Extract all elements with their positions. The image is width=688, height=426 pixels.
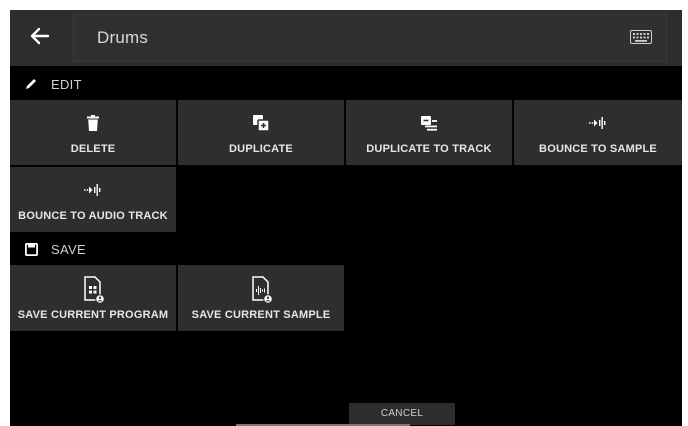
save-current-sample-label: SAVE CURRENT SAMPLE: [191, 309, 331, 321]
duplicate-to-track-icon: [346, 112, 512, 134]
bounce-to-audio-track-button[interactable]: BOUNCE TO AUDIO TRACK: [10, 167, 176, 232]
duplicate-icon: [178, 112, 344, 134]
edit-section-label: EDIT: [51, 76, 82, 92]
sample-file-icon: [178, 275, 344, 305]
bounce-icon: [514, 112, 682, 134]
duplicate-to-track-button[interactable]: DUPLICATE TO TRACK: [346, 100, 512, 165]
keyboard-icon: [630, 29, 652, 49]
bounce-to-audio-track-label: BOUNCE TO AUDIO TRACK: [18, 210, 168, 222]
header-bar: Drums: [10, 10, 682, 66]
save-current-program-button[interactable]: SAVE CURRENT PROGRAM: [10, 265, 176, 331]
arrow-left-icon: [30, 27, 50, 50]
duplicate-button[interactable]: DUPLICATE: [178, 100, 344, 165]
delete-label: DELETE: [70, 143, 116, 155]
back-button[interactable]: [18, 20, 62, 56]
program-file-icon: [10, 275, 176, 305]
save-current-program-label: SAVE CURRENT PROGRAM: [17, 309, 169, 321]
duplicate-label: DUPLICATE: [229, 143, 293, 155]
bounce-icon: [10, 179, 176, 201]
edit-section-header: EDIT: [10, 67, 682, 101]
duplicate-to-track-label: DUPLICATE TO TRACK: [366, 143, 492, 155]
cancel-button[interactable]: CANCEL: [349, 403, 455, 425]
bounce-to-sample-label: BOUNCE TO SAMPLE: [539, 143, 657, 155]
program-name: Drums: [97, 28, 149, 47]
save-section-header: SAVE: [10, 232, 682, 266]
bounce-to-sample-button[interactable]: BOUNCE TO SAMPLE: [514, 100, 682, 165]
save-section-label: SAVE: [51, 241, 86, 257]
pencil-icon: [23, 76, 39, 92]
floppy-disk-icon: [23, 241, 39, 257]
program-name-field[interactable]: Drums: [73, 14, 667, 62]
trash-icon: [10, 112, 176, 134]
save-current-sample-button[interactable]: SAVE CURRENT SAMPLE: [178, 265, 344, 331]
delete-button[interactable]: DELETE: [10, 100, 176, 165]
keyboard-button[interactable]: [626, 27, 656, 51]
program-edit-screen: Drums EDIT DELETE DUPLICATE DUPLICATE TO…: [10, 10, 682, 426]
